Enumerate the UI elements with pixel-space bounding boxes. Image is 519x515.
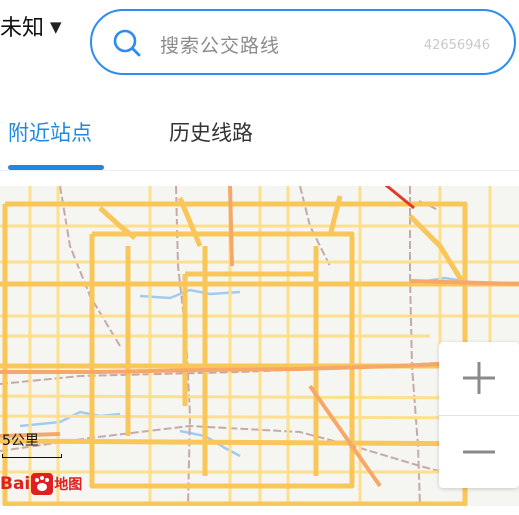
caret-down-icon: ▼ bbox=[50, 18, 62, 36]
plus-icon bbox=[463, 362, 495, 394]
zoom-in-button[interactable] bbox=[439, 342, 519, 414]
search-icon bbox=[113, 29, 141, 57]
search-code-label: 42656946 bbox=[423, 38, 490, 53]
zoom-control bbox=[439, 342, 519, 488]
tab-nearby-stops[interactable]: 附近站点 bbox=[8, 117, 92, 147]
scale-label: 5公里 bbox=[2, 433, 39, 449]
search-bar[interactable]: 搜索公交路线 42656946 bbox=[90, 9, 516, 75]
search-placeholder: 搜索公交路线 bbox=[160, 35, 281, 57]
map-view[interactable]: 5公里 Bai 地图 bbox=[0, 186, 519, 506]
tab-bar: 附近站点 历史线路 bbox=[0, 100, 519, 170]
baidu-paw-icon bbox=[31, 473, 54, 495]
tab-divider bbox=[0, 170, 519, 171]
logo-chinese-text: 地图 bbox=[54, 477, 83, 493]
city-label: 未知 bbox=[0, 16, 45, 41]
baidu-map-logo: Bai 地图 bbox=[0, 472, 82, 496]
logo-latin-text: Bai bbox=[0, 474, 31, 494]
zoom-out-button[interactable] bbox=[439, 416, 519, 488]
minus-icon bbox=[463, 450, 495, 454]
city-selector[interactable]: 未知 ▼ bbox=[0, 10, 62, 42]
tab-history-lines[interactable]: 历史线路 bbox=[169, 117, 253, 147]
scale-bar bbox=[2, 454, 62, 458]
